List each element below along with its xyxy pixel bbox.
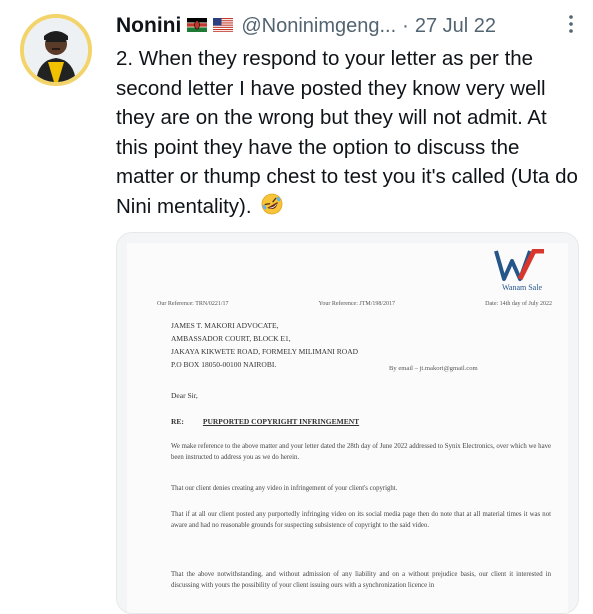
address-line: AMBASSADOR COURT, BLOCK E1, <box>171 334 291 343</box>
salutation: Dear Sir, <box>171 391 198 400</box>
wanam-logo-icon <box>494 249 544 281</box>
re-label: RE: <box>171 417 184 426</box>
by-email-line: By email – jt.makori@gmail.com <box>389 365 478 372</box>
tweet-body: 2. When they respond to your letter as p… <box>116 47 578 218</box>
letter-paragraph: We make reference to the above matter an… <box>171 443 551 461</box>
usa-flag-icon <box>213 15 234 38</box>
our-reference: Our Reference: TRN/0221/17 <box>157 301 229 307</box>
header-separator: · <box>402 14 409 37</box>
re-subject: PURPORTED COPYRIGHT INFRINGEMENT <box>202 417 360 426</box>
letter-paragraph: That our client denies creating any vide… <box>171 485 398 492</box>
your-reference: Your Reference: JTM/198/2017 <box>318 301 396 307</box>
kenya-flag-icon <box>187 15 208 38</box>
address-line: JAKAYA KIKWETE ROAD, FORMELY MILIMANI RO… <box>171 347 359 356</box>
tweet-date[interactable]: 27 Jul 22 <box>415 15 496 38</box>
avatar-image <box>24 18 88 82</box>
tweet-media[interactable]: Wanam Sale Our Reference: TRN/0221/17 Yo… <box>116 232 579 614</box>
address-line: P.O BOX 18050-00100 NAIROBI. <box>171 360 277 369</box>
letter-paragraph: That if at all our client posted any pur… <box>171 511 551 529</box>
rolling-on-floor-laughing-emoji <box>260 192 284 225</box>
avatar[interactable] <box>20 14 92 86</box>
re-line: RE: PURPORTED COPYRIGHT INFRINGEMENT <box>171 417 359 426</box>
logo-text: Wanam Sale <box>501 283 542 292</box>
tweet-text: 2. When they respond to your letter as p… <box>116 44 581 224</box>
address-line: JAMES T. MAKORI ADVOCATE, <box>171 321 279 330</box>
letter-paragraph: That the above notwithstanding, and with… <box>171 571 551 589</box>
author-handle[interactable]: @Noninimgeng... <box>241 15 396 38</box>
author-name[interactable]: Nonini <box>116 14 181 38</box>
more-vertical-icon[interactable] <box>561 10 581 38</box>
letter-references: Our Reference: TRN/0221/17 Your Referenc… <box>157 301 552 307</box>
letter-date: Date: 14th day of July 2022 <box>485 301 552 307</box>
recipient-address: JAMES T. MAKORI ADVOCATE, AMBASSADOR COU… <box>171 319 358 371</box>
letter-document: Wanam Sale Our Reference: TRN/0221/17 Yo… <box>127 243 568 613</box>
tweet-header: Nonini @Noninimgeng... · 27 Jul 22 <box>116 12 575 40</box>
